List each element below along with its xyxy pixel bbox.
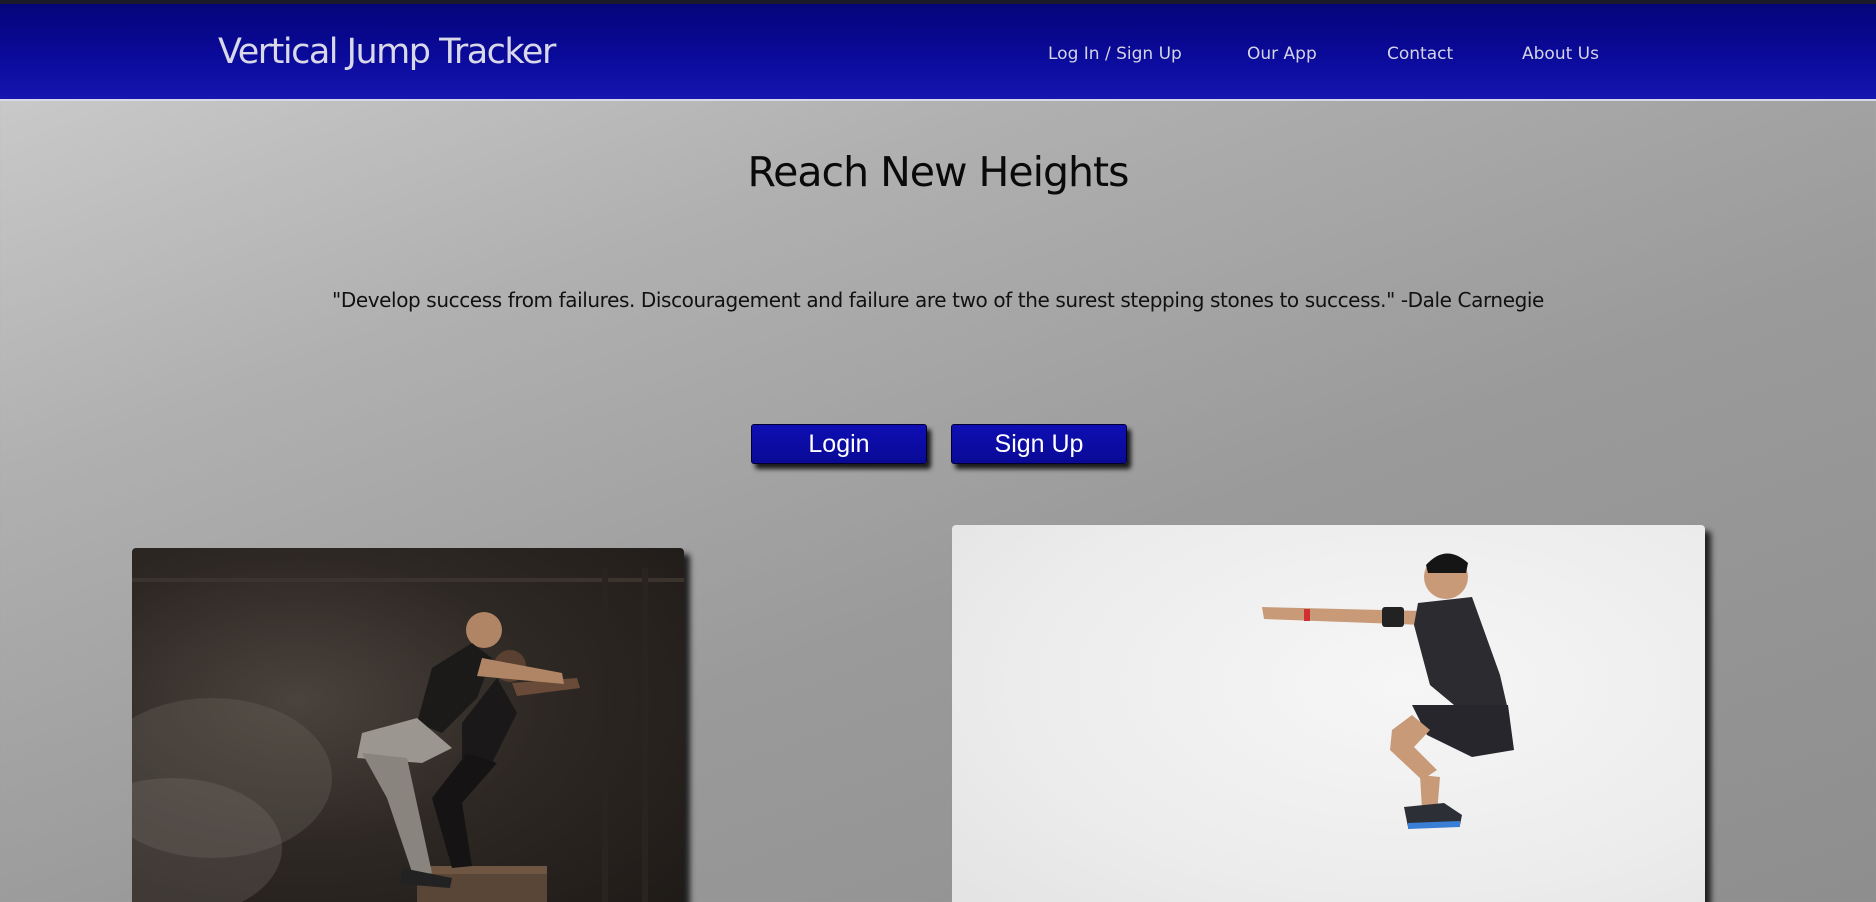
page-title: Reach New Heights [747,148,1130,196]
box-jump-photo [132,548,684,902]
box-jump-illustration [132,568,684,902]
tuck-jump-photo [952,525,1705,902]
motivational-quote: "Develop success from failures. Discoura… [332,288,1544,312]
nav-login-signup[interactable]: Log In / Sign Up [1048,44,1182,64]
login-button[interactable]: Login [751,424,927,464]
nav-about-us[interactable]: About Us [1522,44,1599,64]
top-navbar: Vertical Jump Tracker Log In / Sign Up O… [0,0,1876,101]
site-brand[interactable]: Vertical Jump Tracker [218,32,556,72]
nav-our-app[interactable]: Our App [1247,44,1317,64]
tuck-jump-illustration [1262,553,1514,829]
signup-button[interactable]: Sign Up [951,424,1127,464]
nav-contact[interactable]: Contact [1387,44,1453,64]
